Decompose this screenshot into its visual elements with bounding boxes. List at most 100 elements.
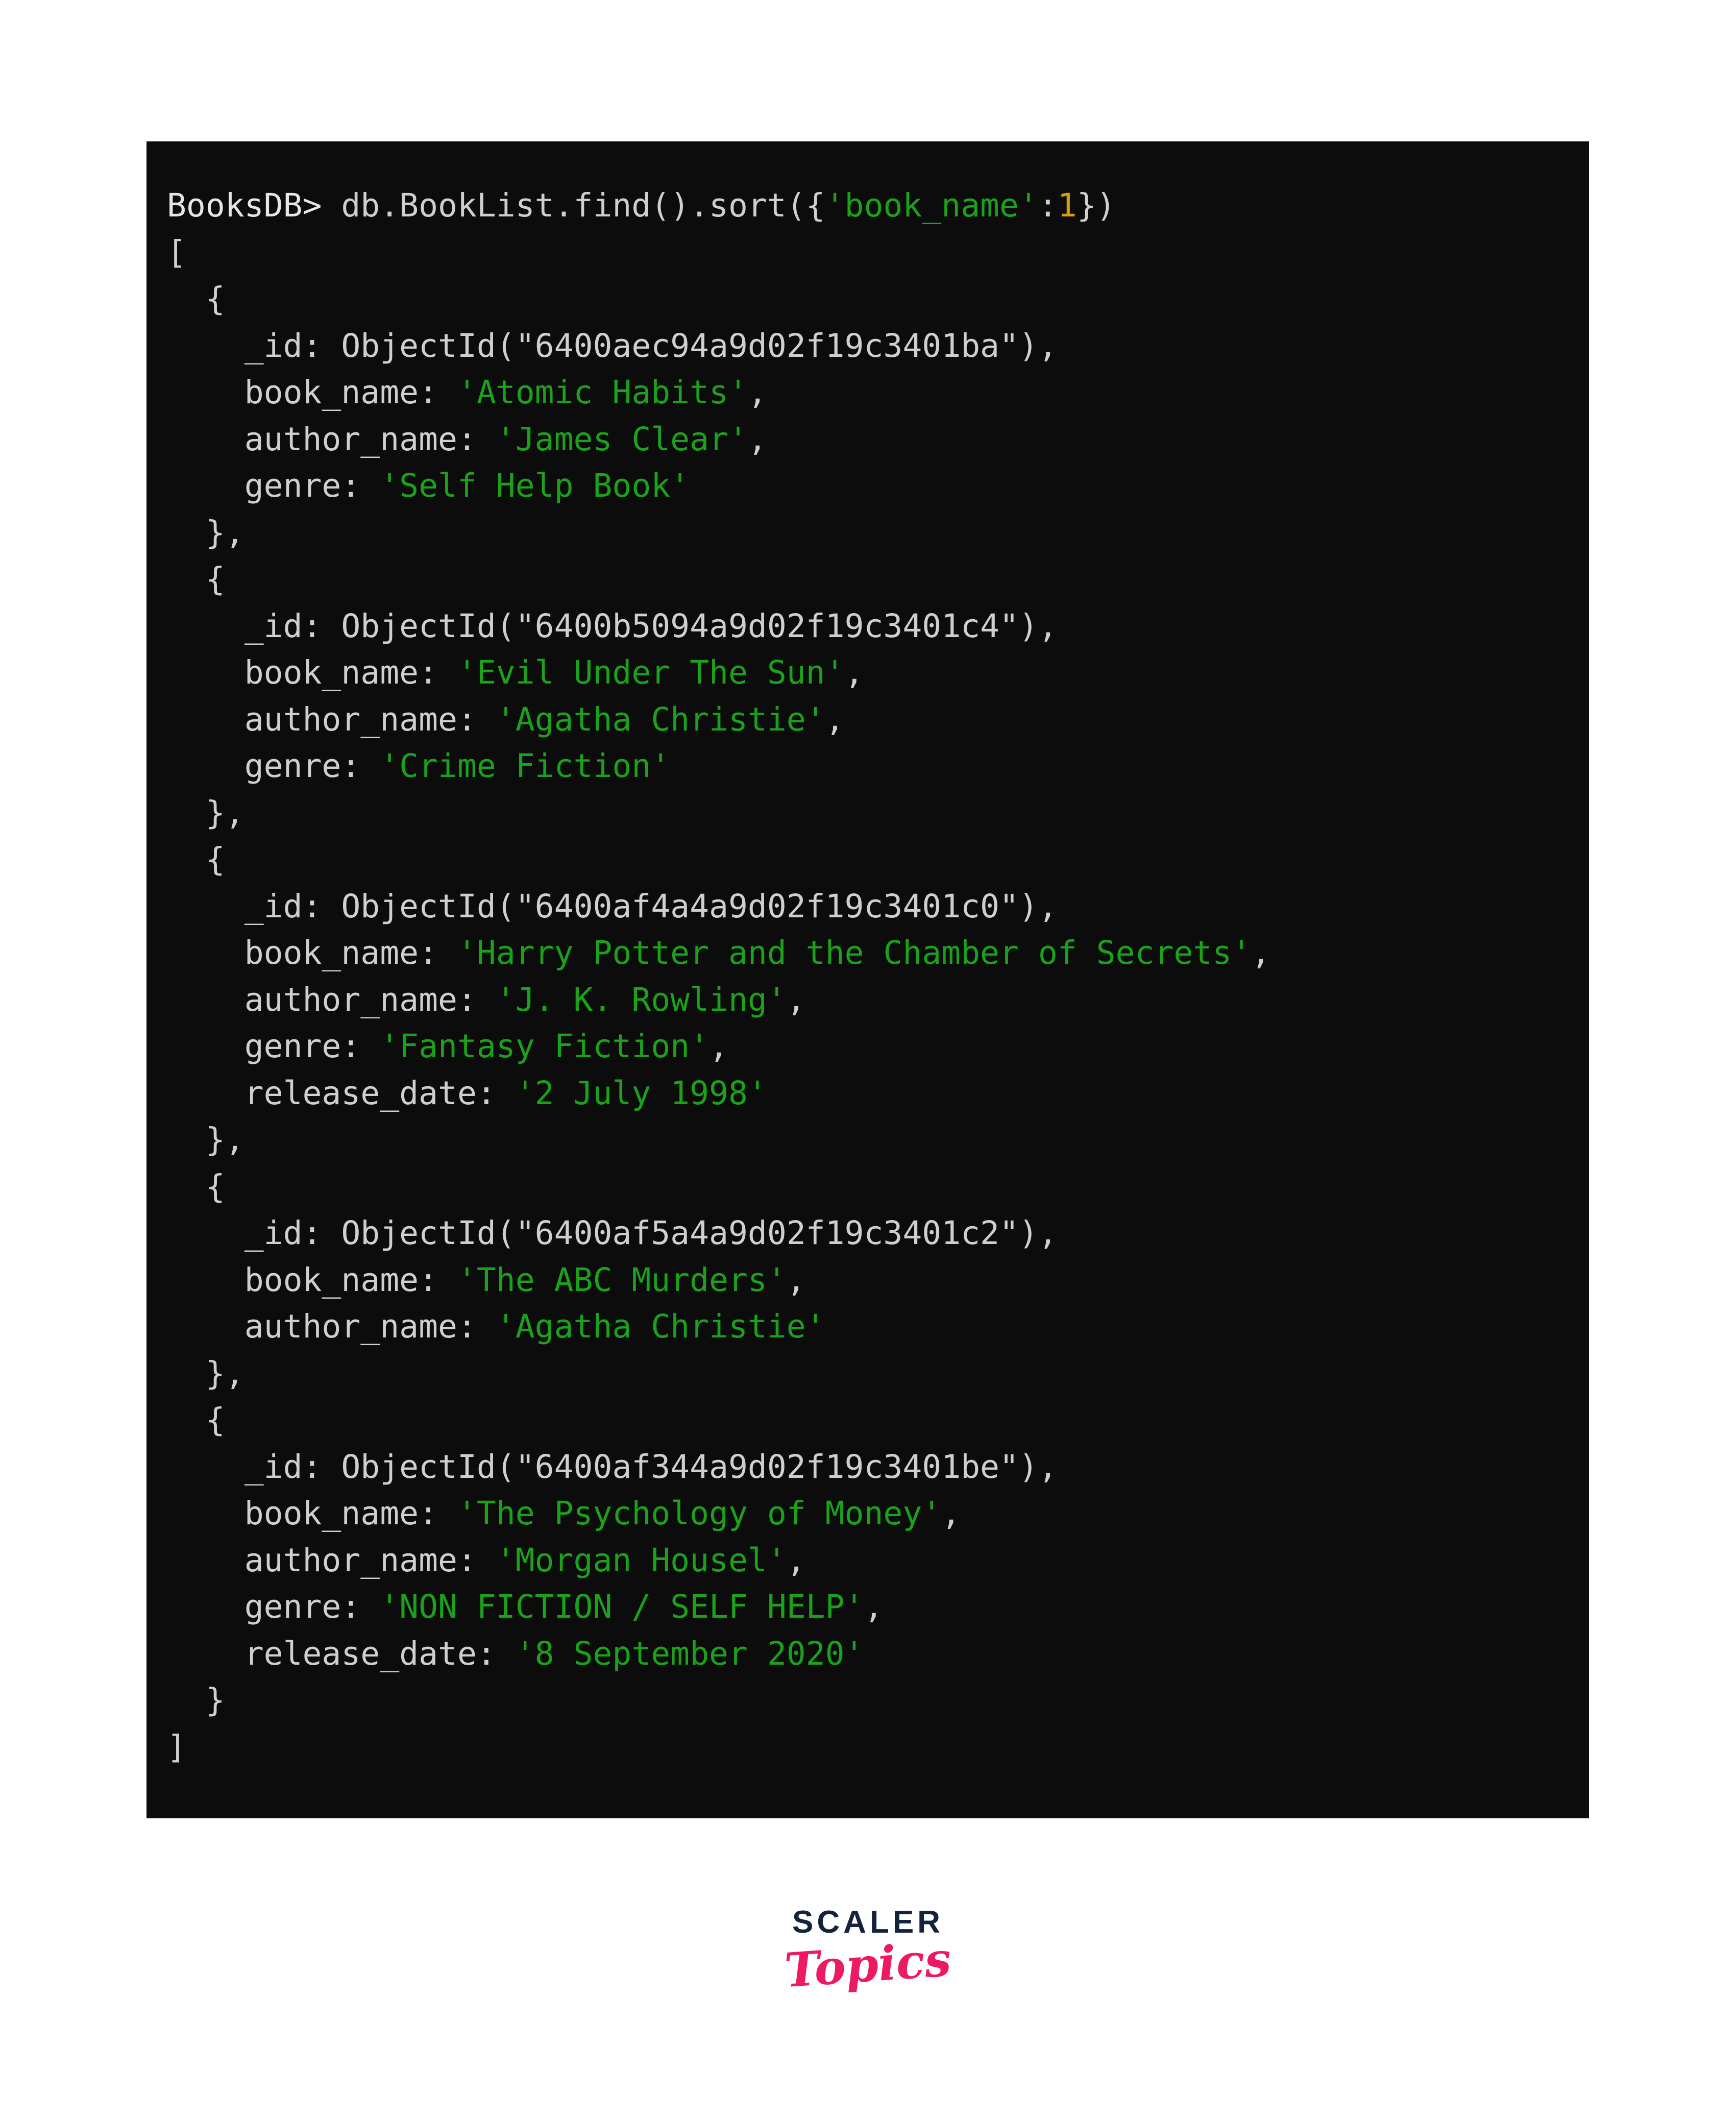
doc-field-genre: genre: 'Self Help Book' <box>146 462 1589 509</box>
doc-brace-close-comma: }, <box>146 790 1589 837</box>
doc-field-id: _id: ObjectId("6400af5a4a9d02f19c3401c2"… <box>146 1210 1589 1257</box>
doc-field-id: _id: ObjectId("6400af344a9d02f19c3401be"… <box>146 1444 1589 1491</box>
doc-brace-open: { <box>146 276 1589 323</box>
objectid-value: "6400b5094a9d02f19c3401c4" <box>515 607 1019 645</box>
field-key-author-name: author_name: <box>244 1541 477 1579</box>
field-key-book-name: book_name: <box>244 934 438 971</box>
field-value-book-name: 'Atomic Habits' <box>457 374 748 411</box>
doc-field-author-name: author_name: 'James Clear', <box>146 416 1589 463</box>
objectid-open: ObjectId( <box>341 887 516 925</box>
field-value-genre: 'Crime Fiction' <box>380 747 671 785</box>
field-key-author-name: author_name: <box>244 420 477 458</box>
doc-field-book-name: book_name: 'Evil Under The Sun', <box>146 649 1589 696</box>
field-value-book-name: 'Harry Potter and the Chamber of Secrets… <box>457 934 1252 971</box>
field-value-book-name: 'The ABC Murders' <box>457 1261 787 1299</box>
field-value-genre: 'Fantasy Fiction' <box>380 1028 710 1065</box>
field-value-author-name: 'Agatha Christie' <box>496 1308 825 1345</box>
objectid-close: ), <box>1018 607 1058 645</box>
comma: , <box>844 654 864 691</box>
sort-field-literal: 'book_name' <box>825 187 1038 224</box>
doc-brace-open: { <box>146 1163 1589 1210</box>
objectid-value: "6400af4a4a9d02f19c3401c0" <box>515 887 1019 925</box>
field-value-genre: 'NON FICTION / SELF HELP' <box>380 1588 864 1625</box>
field-value-release-date: '2 July 1998' <box>515 1074 767 1112</box>
doc-brace-open: { <box>146 836 1589 883</box>
doc-field-book-name: book_name: 'Harry Potter and the Chamber… <box>146 930 1589 977</box>
objectid-value: "6400aec94a9d02f19c3401ba" <box>515 327 1019 364</box>
field-key-release-date: release_date: <box>244 1074 496 1112</box>
field-key-author-name: author_name: <box>244 1308 477 1345</box>
objectid-open: ObjectId( <box>341 607 516 645</box>
comma: , <box>709 1028 728 1065</box>
brace-close-comma-glyph: }, <box>205 794 244 832</box>
field-key-id: _id: <box>244 327 322 364</box>
objectid-value: "6400af344a9d02f19c3401be" <box>515 1448 1019 1485</box>
logo-topics-wordmark: Topics <box>783 1931 953 1999</box>
doc-field-author-name: author_name: 'Agatha Christie' <box>146 1303 1589 1350</box>
shell-command-prefix: db.BookList.find().sort({ <box>322 187 825 224</box>
doc-field-id: _id: ObjectId("6400af4a4a9d02f19c3401c0"… <box>146 883 1589 930</box>
objectid-close: ), <box>1018 327 1058 364</box>
field-key-genre: genre: <box>244 467 361 504</box>
field-value-author-name: 'Agatha Christie' <box>496 700 825 738</box>
doc-field-genre: genre: 'Fantasy Fiction', <box>146 1023 1589 1070</box>
objectid-open: ObjectId( <box>341 327 516 364</box>
doc-field-book-name: book_name: 'The ABC Murders', <box>146 1257 1589 1304</box>
comma: , <box>825 700 845 738</box>
doc-brace-open: { <box>146 1397 1589 1444</box>
field-value-author-name: 'Morgan Housel' <box>496 1541 787 1579</box>
output-array-open: [ <box>167 233 186 271</box>
doc-field-author-name: author_name: 'J. K. Rowling', <box>146 977 1589 1024</box>
doc-field-author-name: author_name: 'Agatha Christie', <box>146 696 1589 743</box>
doc-field-id: _id: ObjectId("6400b5094a9d02f19c3401c4"… <box>146 603 1589 650</box>
objectid-open: ObjectId( <box>341 1214 516 1252</box>
page-root: BooksDB> db.BookList.find().sort({'book_… <box>0 0 1736 2119</box>
field-key-genre: genre: <box>244 1588 361 1625</box>
comma: , <box>941 1495 961 1532</box>
field-value-release-date: '8 September 2020' <box>515 1635 864 1672</box>
objectid-close: ), <box>1018 887 1058 925</box>
field-key-author-name: author_name: <box>244 981 477 1018</box>
doc-brace-close-comma: }, <box>146 1350 1589 1397</box>
field-value-book-name: 'Evil Under The Sun' <box>457 654 845 691</box>
field-key-book-name: book_name: <box>244 1261 438 1299</box>
field-key-author-name: author_name: <box>244 700 477 738</box>
mongo-shell-terminal[interactable]: BooksDB> db.BookList.find().sort({'book_… <box>146 141 1589 1818</box>
field-key-book-name: book_name: <box>244 654 438 691</box>
brace-close-comma-glyph: }, <box>205 1354 244 1392</box>
comma: , <box>1251 934 1270 971</box>
db-prompt-label: BooksDB> <box>167 187 322 224</box>
sort-colon: : <box>1038 187 1058 224</box>
field-key-genre: genre: <box>244 1028 361 1065</box>
doc-field-release-date: release_date: '2 July 1998' <box>146 1070 1589 1117</box>
field-value-author-name: 'James Clear' <box>496 420 748 458</box>
field-key-book-name: book_name: <box>244 374 438 411</box>
scaler-topics-logo: SCALER Topics <box>0 1907 1736 1999</box>
doc-field-id: _id: ObjectId("6400aec94a9d02f19c3401ba"… <box>146 323 1589 370</box>
doc-brace-close-comma: }, <box>146 509 1589 556</box>
comma: , <box>747 374 767 411</box>
field-key-id: _id: <box>244 607 322 645</box>
brace-close-glyph: } <box>205 1682 225 1719</box>
sort-order-value: 1 <box>1057 187 1077 224</box>
comma: , <box>786 981 806 1018</box>
field-key-id: _id: <box>244 887 322 925</box>
brace-open-glyph: { <box>205 841 225 878</box>
doc-field-genre: genre: 'Crime Fiction' <box>146 743 1589 790</box>
doc-field-book-name: book_name: 'The Psychology of Money', <box>146 1490 1589 1537</box>
doc-field-book-name: book_name: 'Atomic Habits', <box>146 369 1589 416</box>
comma: , <box>786 1541 806 1579</box>
doc-field-genre: genre: 'NON FICTION / SELF HELP', <box>146 1584 1589 1630</box>
field-key-release-date: release_date: <box>244 1635 496 1672</box>
field-key-genre: genre: <box>244 747 361 785</box>
objectid-close: ), <box>1018 1214 1058 1252</box>
objectid-close: ), <box>1018 1448 1058 1485</box>
field-key-id: _id: <box>244 1214 322 1252</box>
field-value-author-name: 'J. K. Rowling' <box>496 981 787 1018</box>
brace-open-glyph: { <box>205 561 225 598</box>
brace-close-comma-glyph: }, <box>205 514 244 551</box>
brace-open-glyph: { <box>205 1167 225 1205</box>
doc-brace-close-comma: }, <box>146 1116 1589 1163</box>
terminal-prompt-line: BooksDB> db.BookList.find().sort({'book_… <box>146 182 1589 229</box>
output-array-close: ] <box>167 1728 186 1766</box>
